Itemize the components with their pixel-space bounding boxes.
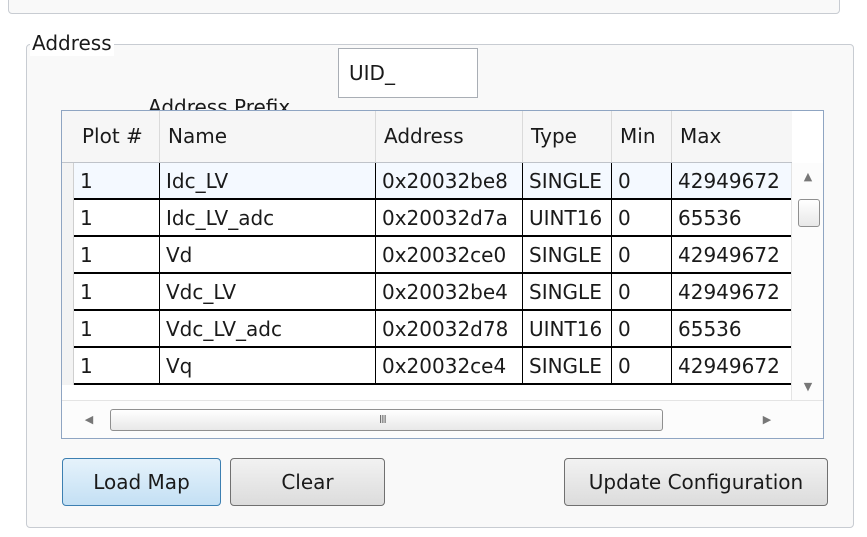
cell-max[interactable]: 42949672 xyxy=(672,348,792,385)
cell-min[interactable]: 0 xyxy=(612,163,672,200)
cell-address[interactable]: 0x20032ce4 xyxy=(376,348,523,385)
horizontal-scrollbar[interactable]: ◀ III ▶ xyxy=(62,400,823,438)
cell-min[interactable]: 0 xyxy=(612,274,672,311)
scroll-up-icon[interactable]: ▲ xyxy=(792,167,823,187)
table-row[interactable]: 1 Vd 0x20032ce0 SINGLE 0 42949672 xyxy=(62,237,792,274)
cell-plot[interactable]: 1 xyxy=(74,348,160,385)
table-row[interactable]: 1 Idc_LV_adc 0x20032d7a UINT16 0 65536 xyxy=(62,200,792,237)
cell-plot[interactable]: 1 xyxy=(74,200,160,237)
grip-icon: III xyxy=(379,413,387,426)
cell-name[interactable]: Idc_LV_adc xyxy=(160,200,376,237)
column-header-max[interactable]: Max xyxy=(672,111,792,162)
cell-type[interactable]: UINT16 xyxy=(523,311,612,348)
upper-groupbox xyxy=(8,0,840,14)
update-configuration-button[interactable]: Update Configuration xyxy=(564,458,828,506)
table-row[interactable]: 1 Vq 0x20032ce4 SINGLE 0 42949672 xyxy=(62,348,792,385)
column-header-plot[interactable]: Plot # xyxy=(74,111,160,162)
cell-plot[interactable]: 1 xyxy=(74,311,160,348)
cell-type[interactable]: UINT16 xyxy=(523,200,612,237)
cell-address[interactable]: 0x20032d78 xyxy=(376,311,523,348)
column-header-address[interactable]: Address xyxy=(376,111,523,162)
cell-address[interactable]: 0x20032d7a xyxy=(376,200,523,237)
cell-address[interactable]: 0x20032be8 xyxy=(376,163,523,200)
address-prefix-input[interactable] xyxy=(338,48,478,98)
cell-name[interactable]: Vd xyxy=(160,237,376,274)
vertical-scrollbar[interactable]: ▲ ▼ xyxy=(791,163,823,400)
grid-header: Plot # Name Address Type Min Max xyxy=(62,111,792,163)
horizontal-scroll-thumb[interactable]: III xyxy=(110,409,663,431)
cell-type[interactable]: SINGLE xyxy=(523,163,612,200)
cell-name[interactable]: Vdc_LV xyxy=(160,274,376,311)
cell-type[interactable]: SINGLE xyxy=(523,237,612,274)
row-indicator xyxy=(62,274,74,311)
scroll-down-icon[interactable]: ▼ xyxy=(792,377,823,397)
cell-max[interactable]: 42949672 xyxy=(672,237,792,274)
cell-max[interactable]: 42949672 xyxy=(672,274,792,311)
cell-min[interactable]: 0 xyxy=(612,237,672,274)
cell-name[interactable]: Idc_LV xyxy=(160,163,376,200)
cell-min[interactable]: 0 xyxy=(612,348,672,385)
load-map-button[interactable]: Load Map xyxy=(62,458,221,506)
cell-name[interactable]: Vq xyxy=(160,348,376,385)
clear-button[interactable]: Clear xyxy=(230,458,385,506)
row-indicator xyxy=(62,237,74,274)
cell-min[interactable]: 0 xyxy=(612,311,672,348)
scroll-right-icon[interactable]: ▶ xyxy=(752,401,782,438)
cell-plot[interactable]: 1 xyxy=(74,274,160,311)
column-header-name[interactable]: Name xyxy=(160,111,376,162)
address-group-title: Address xyxy=(30,30,114,56)
cell-type[interactable]: SINGLE xyxy=(523,348,612,385)
vertical-scroll-thumb[interactable] xyxy=(798,199,820,227)
column-header-type[interactable]: Type xyxy=(523,111,612,162)
cell-address[interactable]: 0x20032be4 xyxy=(376,274,523,311)
cell-address[interactable]: 0x20032ce0 xyxy=(376,237,523,274)
cell-type[interactable]: SINGLE xyxy=(523,274,612,311)
cell-plot[interactable]: 1 xyxy=(74,163,160,200)
cell-min[interactable]: 0 xyxy=(612,200,672,237)
variables-grid[interactable]: Plot # Name Address Type Min Max 1 Idc_L… xyxy=(61,110,824,439)
cell-plot[interactable]: 1 xyxy=(74,237,160,274)
row-indicator xyxy=(62,311,74,348)
table-row[interactable]: 1 Idc_LV 0x20032be8 SINGLE 0 42949672 xyxy=(62,163,792,200)
column-header-min[interactable]: Min xyxy=(612,111,672,162)
row-indicator xyxy=(62,163,74,200)
table-row[interactable]: 1 Vdc_LV 0x20032be4 SINGLE 0 42949672 xyxy=(62,274,792,311)
cell-name[interactable]: Vdc_LV_adc xyxy=(160,311,376,348)
scroll-left-icon[interactable]: ◀ xyxy=(74,401,104,438)
row-indicator xyxy=(62,200,74,237)
row-indicator xyxy=(62,348,74,385)
cell-max[interactable]: 65536 xyxy=(672,200,792,237)
cell-max[interactable]: 42949672 xyxy=(672,163,792,200)
cell-max[interactable]: 65536 xyxy=(672,311,792,348)
table-row[interactable]: 1 Vdc_LV_adc 0x20032d78 UINT16 0 65536 xyxy=(62,311,792,348)
